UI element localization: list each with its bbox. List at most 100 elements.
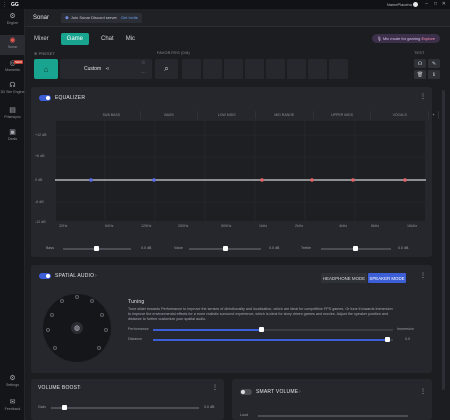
eq-band-node[interactable] [310,178,314,182]
band-label[interactable]: UPPER MIDS [314,111,372,119]
tab-mixer[interactable]: Mixer [34,36,49,42]
speaker-node[interactable] [90,299,94,303]
smart-volume-toggle[interactable] [240,389,252,395]
tab-chat[interactable]: Chat [101,36,114,42]
speaker-node[interactable] [53,346,57,350]
smart-volume-menu-icon[interactable]: ⋮ [420,388,426,395]
eq-band-node[interactable] [89,178,93,182]
rail-item-3d-sim[interactable]: ☊ 3D Sim Engine [0,82,25,102]
volume-boost-menu-icon[interactable]: ⋮ [212,384,218,391]
speaker-node[interactable] [104,328,108,332]
preset-icon-tile[interactable]: ⌂ [34,59,58,79]
volume-boost-info-icon[interactable]: › [79,385,81,391]
immersion-label: Immersion [397,327,414,331]
eq-band-node[interactable] [152,178,156,182]
close-icon[interactable]: ✕ [442,1,446,7]
spatial-audio-toggle[interactable] [39,273,51,279]
avatar[interactable] [413,2,418,7]
rail-item-label: Sonar [7,45,18,49]
band-label[interactable]: LOW MIDS [198,111,257,119]
smart-volume-slider[interactable] [258,415,408,417]
favorite-slot[interactable] [329,59,348,79]
page-title: Sonar [33,14,50,21]
test-section: TEST ☊ ✎ 🗑 ℹ [411,51,441,81]
equalizer-info-icon[interactable]: › [83,95,85,101]
speaker-node[interactable] [46,328,50,332]
distance-fill [153,339,389,341]
favorite-slot[interactable] [245,59,264,79]
treble-slider-handle[interactable] [353,246,358,251]
band-label[interactable]: MID RANGE [256,111,314,119]
tab-row: Mixer Game Chat Mic 🎙 Mic mode for gamin… [25,27,450,51]
band-label[interactable]: BASS [141,111,199,119]
preset-more-icon[interactable]: ⋯ [141,70,146,76]
discord-banner[interactable]: ◆ Join Sonar Discord server Get Invite [61,12,143,23]
test-info-button[interactable]: ℹ [428,70,440,79]
gamepad-icon: ⌂ [43,64,49,74]
minimize-icon[interactable]: – [425,1,428,7]
preset-favorite-star-icon[interactable]: ☆ [141,60,145,66]
eq-band-node[interactable] [260,178,264,182]
speaker-mode-button[interactable]: SPEAKER MODE [368,273,406,283]
tab-game[interactable]: Game [60,33,90,45]
gain-slider[interactable] [51,407,199,409]
distance-value: 0.0 [405,337,410,341]
discord-invite-link[interactable]: Get Invite [121,15,138,20]
voice-slider-handle[interactable] [223,246,228,251]
speaker-node[interactable] [100,313,104,317]
rail-item-engine[interactable]: ⚙ Engine [0,13,25,31]
bass-slider-handle[interactable] [94,246,99,251]
rail-item-prismsync[interactable]: ▤ Prismsync [0,107,25,125]
username-label[interactable]: NamePlaceho [387,2,412,7]
eq-y-label: +12 dB [35,133,47,137]
favorite-slot[interactable] [287,59,306,79]
favorite-slot[interactable] [203,59,222,79]
sonar-header: Sonar ◆ Join Sonar Discord server Get In… [25,9,450,27]
distance-slider-handle[interactable] [385,337,391,342]
speaker-node[interactable] [50,313,54,317]
window-menu-icon[interactable]: ⋮ [2,2,7,8]
test-delete-button[interactable]: 🗑 [414,70,426,79]
eq-band-node[interactable] [351,178,355,182]
gain-slider-handle[interactable] [62,405,67,410]
speaker-position-dial[interactable]: ◍ [43,294,111,362]
eq-x-label: 1kHz [259,224,268,228]
rail-item-moments[interactable]: NEW ◎ Moments [0,60,25,78]
rail-item-feedback[interactable]: ✉ Feedback [0,399,25,417]
eq-graph[interactable] [55,120,426,222]
band-add-icon[interactable]: + [429,111,440,119]
maximize-icon[interactable]: □ [434,1,437,7]
spatial-menu-icon[interactable]: ⋮ [420,272,426,279]
performance-slider-handle[interactable] [259,327,264,332]
spatial-info-icon[interactable]: › [95,273,97,279]
favorite-slot[interactable] [308,59,327,79]
smart-volume-info-icon[interactable]: › [299,389,301,395]
eq-band-node[interactable] [403,178,407,182]
speaker-node[interactable] [97,346,101,350]
rail-item-label: Feedback [4,407,21,411]
bass-value: 0.0 dB [141,246,152,250]
test-headphones-button[interactable]: ☊ [414,59,426,68]
equalizer-toggle[interactable] [39,95,51,101]
headphone-mode-button[interactable]: HEADPHONE MODE [321,273,367,283]
rail-item-sonar[interactable]: ◉ Sonar [0,35,25,55]
scrollbar[interactable] [442,90,445,390]
settings-icon: ⚙ [9,375,16,382]
mic-promo-explore[interactable]: Explore [421,36,435,41]
rail-item-deals[interactable]: ▣ Deals [0,129,25,147]
preset-selector[interactable]: Custom ⋖ [60,59,152,79]
speaker-node[interactable] [60,299,64,303]
rail-item-settings[interactable]: ⚙ Settings [0,375,25,393]
band-label[interactable]: SUB BASS [83,111,141,119]
favorite-slot[interactable] [266,59,285,79]
test-edit-button[interactable]: ✎ [428,59,440,68]
favorite-slot[interactable] [224,59,243,79]
tab-mic[interactable]: Mic [126,36,135,42]
sim-icon: ☊ [9,82,16,89]
favorite-slot[interactable] [182,59,201,79]
mic-mode-promo[interactable]: 🎙 Mic mode for gaming Explore [371,34,440,43]
equalizer-menu-icon[interactable]: ⋮ [420,93,426,100]
band-label[interactable]: VOCALS [371,111,430,119]
speaker-node[interactable] [75,295,79,299]
share-icon[interactable]: ⋖ [105,66,109,72]
